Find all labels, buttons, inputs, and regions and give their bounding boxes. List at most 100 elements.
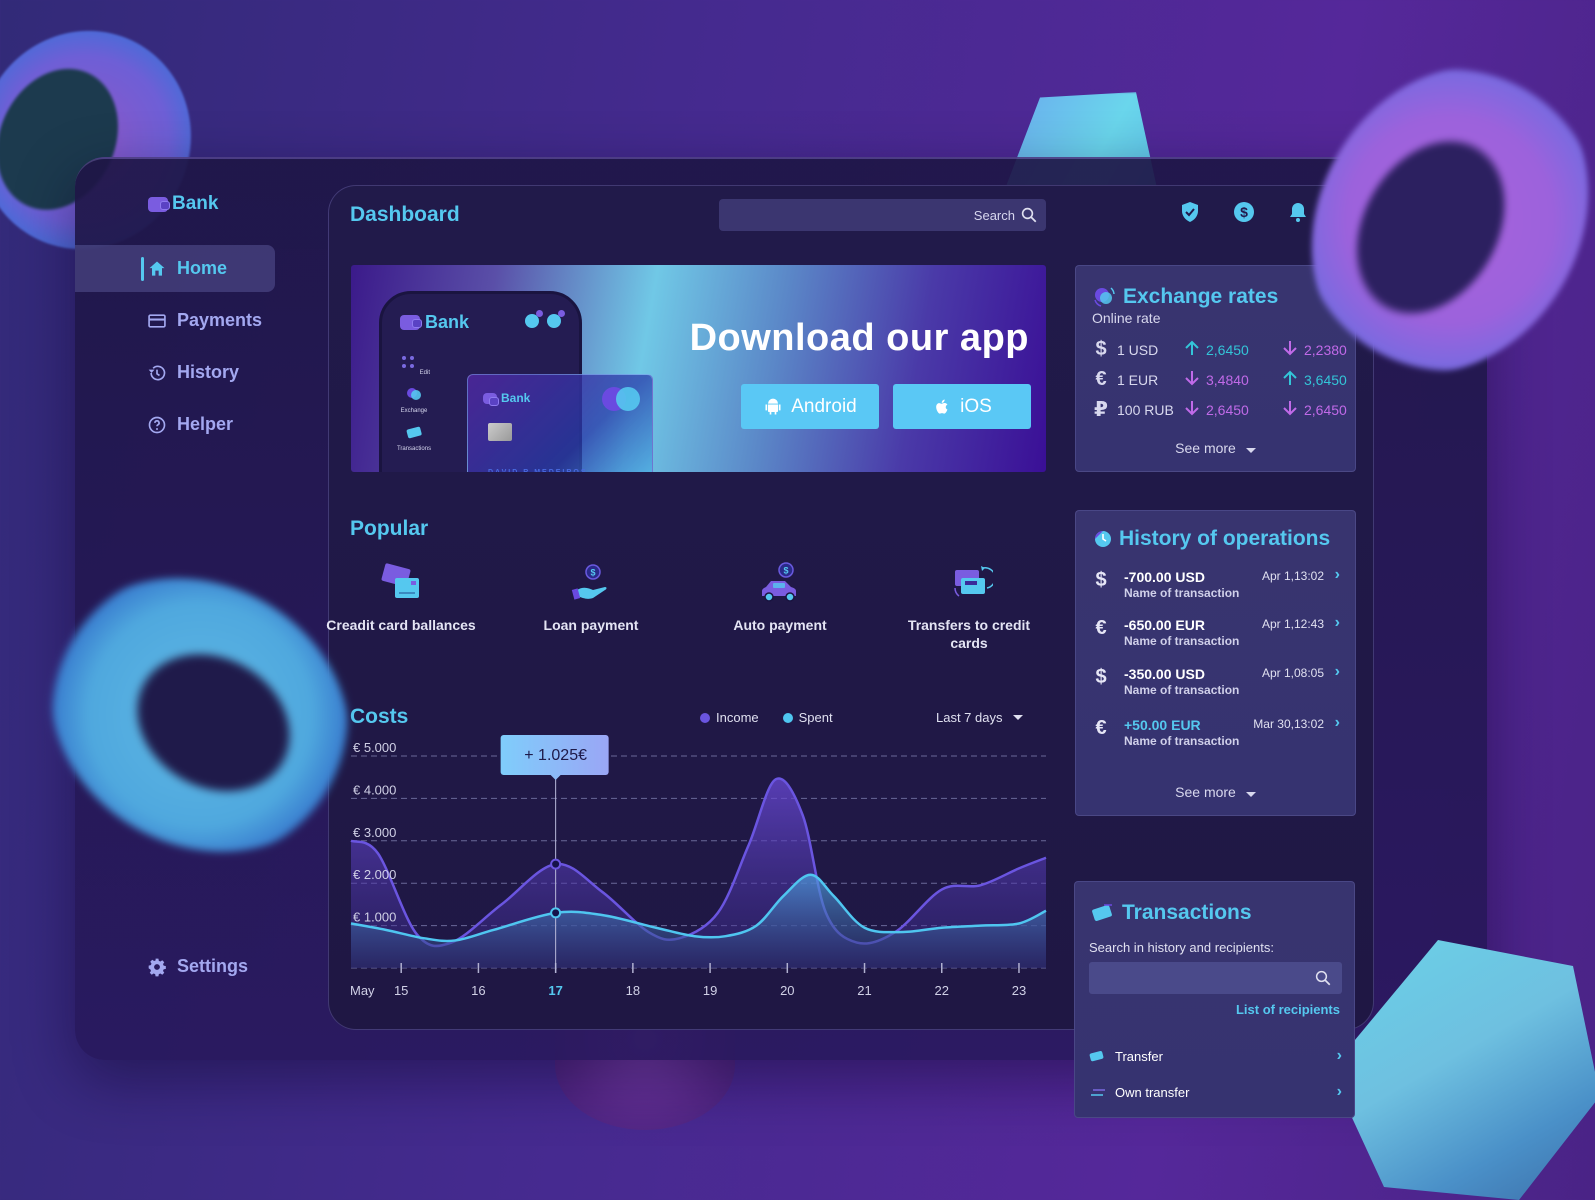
highlight-point-income: [550, 858, 562, 870]
date-range-dropdown[interactable]: Last 7 days: [936, 710, 1023, 725]
sidebar-item-home[interactable]: Home: [75, 245, 275, 292]
phone-side-exchange: Exchange: [394, 384, 434, 414]
popular-item-auto-payment[interactable]: $ Auto payment: [700, 562, 860, 634]
credit-card-balance-icon: [381, 563, 419, 598]
search-icon: [1315, 970, 1331, 986]
transaction-date: Mar 30,13:02: [1253, 717, 1324, 731]
x-tick-label: 15: [394, 983, 408, 998]
exchange-rate-row: $1 USD 2,6450 2,2380: [1090, 338, 1381, 361]
phone-brand: Bank: [400, 312, 469, 333]
search-input[interactable]: [719, 199, 1046, 231]
tooltip-label: + 1.025€: [524, 747, 587, 764]
card-network-logo: [602, 387, 642, 411]
chart-legend: Income Spent: [700, 710, 833, 725]
card-transfer-icon: [1092, 904, 1112, 921]
transactions-search-input[interactable]: [1089, 962, 1342, 994]
chevron-right-icon: ›: [1336, 1083, 1342, 1100]
sidebar-item-settings[interactable]: Settings: [75, 943, 275, 990]
android-download-button[interactable]: Android: [741, 384, 879, 429]
y-tick-label: € 3.000: [353, 825, 396, 840]
history-header: History of operations: [1091, 527, 1330, 551]
x-tick-label: 19: [703, 983, 717, 998]
brand-logo[interactable]: Bank: [148, 193, 218, 215]
user-icon: [547, 310, 565, 328]
x-tick-label: 16: [471, 983, 485, 998]
buy-rate: 2,6450: [1185, 340, 1283, 359]
history-row[interactable]: $ -700.00 USD Name of transaction Apr 1,13:…: [1090, 566, 1342, 609]
exchange-rates-subtitle: Online rate: [1092, 310, 1161, 326]
legend-item-income[interactable]: Income: [700, 710, 759, 725]
x-tick-label: 17: [548, 983, 562, 998]
header-actions: $: [1178, 200, 1310, 224]
popular-item-transfers-to-credit-cards[interactable]: Transfers to credit cards: [889, 562, 1049, 652]
currency-label: 1 EUR: [1117, 371, 1159, 388]
legend-item-spent[interactable]: Spent: [782, 710, 833, 725]
buy-rate: 2,6450: [1185, 400, 1283, 419]
history-see-more-button[interactable]: See more: [1076, 784, 1355, 800]
svg-text:$: $: [590, 568, 595, 578]
exchange-rate-row: €1 EUR 3,4840 3,6450: [1090, 368, 1381, 391]
exchange-rates-card: Exchange rates Online rate $1 USD 2,6450 2…: [1075, 265, 1356, 472]
arrow-up-icon: [1283, 370, 1297, 389]
history-title: History of operations: [1119, 527, 1331, 550]
shield-check-icon[interactable]: [1178, 200, 1202, 224]
highlight-point-spent: [550, 907, 562, 919]
help-icon: [148, 416, 166, 433]
popular-item-label: Transfers to credit cards: [907, 617, 1031, 651]
income-dot-icon: [700, 713, 710, 723]
chevron-right-icon: ›: [1334, 566, 1340, 583]
list-of-recipients-link[interactable]: List of recipients: [1236, 1002, 1340, 1017]
search-bar[interactable]: Search: [719, 199, 1046, 231]
card-transfer-icon: [406, 426, 422, 439]
currency-label: 1 USD: [1117, 341, 1159, 358]
currency-label: 100 RUB: [1117, 401, 1174, 418]
transaction-amount: -350.00 USD: [1124, 666, 1205, 682]
sidebar-item-history[interactable]: History: [75, 349, 275, 396]
phone-side-transactions: Transactions: [394, 422, 434, 452]
phone-mockup: Bank Edit Exchange Transactions Bank: [379, 291, 653, 472]
x-axis-month-label: May: [350, 983, 375, 998]
arrow-down-icon: [1185, 370, 1199, 389]
sidebar-item-payments[interactable]: Payments: [75, 297, 275, 344]
wallet-icon: [400, 315, 422, 330]
phone-side-edit: Edit: [398, 352, 430, 376]
popular-item-credit-card-balances[interactable]: Creadit card ballances: [321, 562, 481, 634]
transfer-item[interactable]: Transfer ›: [1089, 1045, 1342, 1067]
sidebar-item-label: Home: [177, 258, 228, 278]
x-tick-label: 20: [780, 983, 794, 998]
transactions-search[interactable]: [1089, 962, 1342, 994]
transaction-name: Name of transaction: [1124, 634, 1240, 648]
clock-icon: [1095, 531, 1111, 547]
sidebar-item-helper[interactable]: Helper: [75, 401, 275, 448]
currency-symbol-icon: ₽: [1094, 399, 1108, 421]
popular-item-loan-payment[interactable]: $ Loan payment: [511, 562, 671, 634]
chevron-down-icon: [1245, 792, 1256, 797]
ios-download-button[interactable]: iOS: [893, 384, 1031, 429]
bell-icon: [525, 310, 543, 328]
arrows-exchange-icon: [1091, 1089, 1105, 1096]
y-tick-label: € 5.000: [353, 740, 396, 755]
history-row[interactable]: € +50.00 EUR Name of transaction Mar 30,13:…: [1090, 714, 1342, 757]
exchange-rate-row: ₽100 RUB 2,6450 2,6450: [1090, 397, 1381, 422]
gear-icon: [148, 958, 166, 976]
card-chip: [488, 423, 512, 441]
loan-hand-coin-icon: $: [571, 564, 607, 600]
card-holder-name: DAVID R MEDEIROS: [488, 469, 588, 472]
popular-title: Popular: [350, 517, 429, 540]
own-transfer-item[interactable]: Own transfer ›: [1089, 1081, 1342, 1103]
history-row[interactable]: € -650.00 EUR Name of transaction Apr 1,12:…: [1090, 614, 1342, 657]
history-row[interactable]: $ -350.00 USD Name of transaction Apr 1,08:…: [1090, 663, 1342, 706]
phone-header-icons: [525, 310, 565, 328]
transaction-name: Name of transaction: [1124, 683, 1240, 697]
wallet-icon: [483, 392, 499, 406]
bell-icon[interactable]: [1286, 200, 1310, 224]
svg-text:$: $: [783, 566, 788, 576]
spent-dot-icon: [782, 713, 793, 723]
dollar-coin-icon[interactable]: $: [1232, 200, 1256, 224]
transaction-date: Apr 1,12:43: [1261, 617, 1324, 631]
transaction-date: Apr 1,08:05: [1261, 666, 1324, 680]
download-app-banner: Bank Edit Exchange Transactions Bank Dow…: [351, 265, 1046, 472]
exchange-see-more-button[interactable]: See more: [1076, 440, 1355, 456]
transaction-name: Name of transaction: [1124, 586, 1240, 600]
chevron-right-icon: ›: [1334, 714, 1340, 731]
